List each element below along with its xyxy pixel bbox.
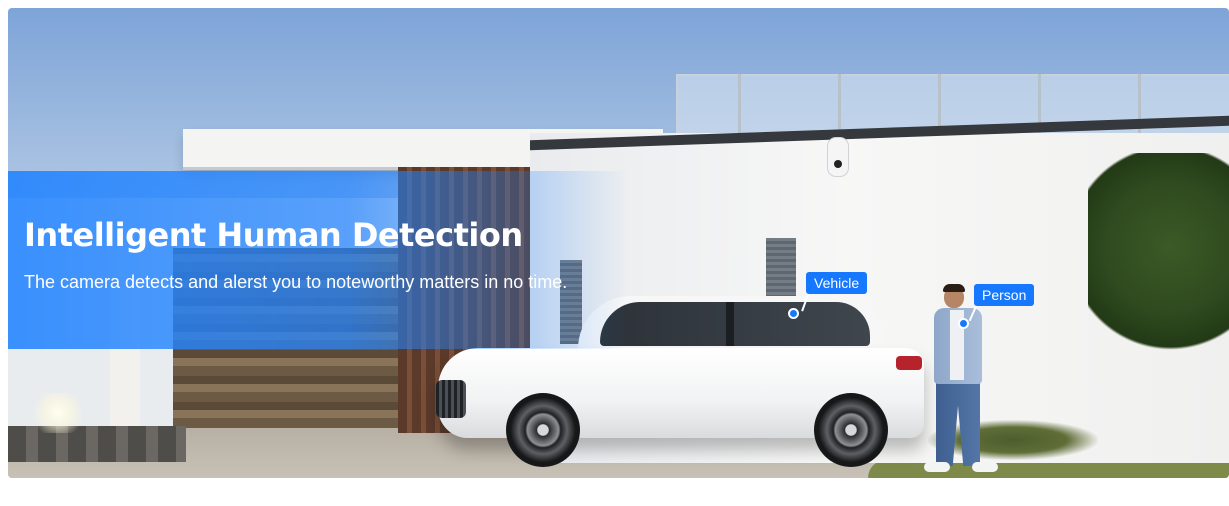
person-hair [943,284,965,292]
security-camera-icon [828,138,848,176]
camera-lens [834,160,842,168]
tree [1088,153,1229,363]
person-detection-tag: Person [974,284,1035,306]
person-tag-dot [958,318,969,329]
car-grille [436,380,466,418]
hero-title: Intelligent Human Detection [24,216,523,254]
hero-scene: Intelligent Human Detection The camera d… [8,8,1229,478]
vehicle-tag-dot [788,308,799,319]
car-taillight [896,356,922,370]
car-wheel-rear [814,393,888,467]
window-shutter [766,238,796,298]
car-window [600,302,870,346]
car-pillar [726,302,734,346]
rail-post [738,74,741,138]
title-overlay [8,171,628,349]
hero-banner: Intelligent Human Detection The camera d… [8,8,1229,478]
vehicle-detection-tag: Vehicle [806,272,868,294]
person-shoe [924,462,950,472]
person-shoe [972,462,998,472]
hero-subtitle: The camera detects and alerst you to not… [24,272,568,292]
car-wheel-front [506,393,580,467]
garden-light [28,393,88,433]
